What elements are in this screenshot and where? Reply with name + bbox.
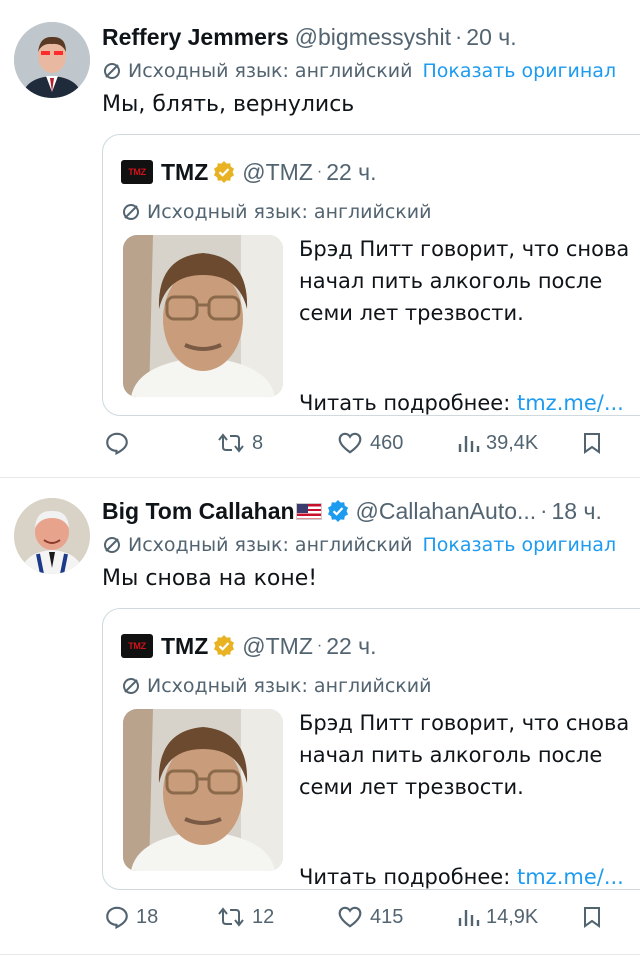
us-flag-icon [295, 502, 322, 520]
brad-pitt-photo [123, 235, 283, 397]
translated-label: Исходный язык: английский [128, 534, 413, 556]
tweet-actions: 8 460 39,4K [100, 426, 640, 460]
read-more-label: Читать подробнее: [299, 865, 517, 889]
quoted-tweet[interactable]: TMZ TMZ @TMZ · 22 ч. Исходный язык: англ… [102, 608, 640, 890]
quote-text-line: Брэд Питт говорит, что снова [299, 711, 630, 735]
views-icon [458, 910, 480, 926]
translate-icon [104, 63, 120, 79]
views-button[interactable]: 14,9K [456, 900, 538, 934]
tweet[interactable]: Big Tom Callahan @CallahanAuto... · 18 ч… [0, 478, 640, 956]
bookmark-button[interactable] [580, 900, 610, 934]
views-count: 14,9K [486, 905, 539, 928]
like-button[interactable]: 415 [336, 900, 403, 934]
quote-translation-note: Исходный язык: английский [121, 673, 431, 699]
quote-timestamp[interactable]: 22 ч. [326, 159, 376, 186]
read-more-label: Читать подробнее: [299, 391, 517, 415]
retweet-button[interactable]: 8 [216, 426, 263, 460]
bookmark-icon [584, 907, 600, 928]
quote-text-line: семи лет трезвости. [299, 301, 524, 325]
views-icon [458, 436, 480, 452]
avatar[interactable] [14, 22, 90, 98]
article-link[interactable]: tmz.me/... [517, 391, 624, 415]
quote-author-handle[interactable]: @TMZ [242, 633, 313, 660]
quote-photo[interactable] [123, 235, 283, 397]
quote-translated-label: Исходный язык: английский [147, 675, 432, 697]
quote-header: TMZ TMZ @TMZ · 22 ч. [121, 631, 377, 661]
quote-header: TMZ TMZ @TMZ · 22 ч. [121, 157, 377, 187]
article-link[interactable]: tmz.me/... [517, 865, 624, 889]
verified-icon [327, 500, 348, 522]
retweet-icon [218, 433, 244, 453]
like-button[interactable]: 460 [336, 426, 403, 460]
tmz-logo: TMZ [121, 634, 153, 658]
bookmark-button[interactable] [580, 426, 610, 460]
tweet-divider [0, 954, 640, 955]
tweet-text: Мы, блять, вернулись [102, 92, 355, 117]
show-original-link[interactable]: Показать оригинал [422, 60, 616, 82]
reply-button[interactable] [104, 426, 136, 460]
tweet-header: Big Tom Callahan @CallahanAuto... · 18 ч… [102, 496, 602, 526]
retweet-icon [218, 907, 244, 927]
read-more: Читать подробнее: tmz.me/... [299, 865, 624, 889]
translated-label: Исходный язык: английский [128, 60, 413, 82]
separator: · [316, 637, 323, 654]
quote-text: Брэд Питт говорит, что снова начал пить … [299, 233, 640, 329]
retweet-count: 8 [252, 431, 264, 454]
author-name[interactable]: Big Tom Callahan [102, 498, 295, 525]
separator: · [454, 24, 463, 49]
quote-translated-label: Исходный язык: английский [147, 201, 432, 223]
quote-photo[interactable] [123, 709, 283, 871]
avatar-image [14, 498, 90, 574]
heart-icon [338, 432, 362, 454]
tweet-actions: 18 12 415 14,9K [100, 900, 640, 934]
tweet[interactable]: Reffery Jemmers @bigmessyshit · 20 ч. Ис… [0, 0, 640, 478]
views-button[interactable]: 39,4K [456, 426, 538, 460]
views-count: 39,4K [486, 431, 539, 454]
show-original-link[interactable]: Показать оригинал [422, 534, 616, 556]
quote-author-name[interactable]: TMZ [161, 159, 208, 186]
verified-gold-icon [214, 635, 235, 657]
tweet-header: Reffery Jemmers @bigmessyshit · 20 ч. [102, 22, 517, 52]
quote-translation-note: Исходный язык: английский [121, 199, 431, 225]
translate-icon [123, 204, 139, 220]
quote-text: Брэд Питт говорит, что снова начал пить … [299, 707, 640, 803]
quote-text-line: начал пить алкоголь после [299, 743, 603, 767]
translation-note: Исходный язык: английский Показать ориги… [102, 58, 616, 84]
like-count: 460 [370, 431, 404, 454]
author-handle[interactable]: @CallahanAuto... [356, 498, 537, 525]
separator: · [316, 163, 323, 180]
heart-icon [338, 906, 362, 928]
verified-gold-icon [214, 161, 235, 183]
like-count: 415 [370, 905, 404, 928]
reply-icon [106, 432, 128, 456]
separator: · [540, 498, 548, 523]
reply-icon [106, 906, 128, 930]
translate-icon [104, 537, 120, 553]
quote-author-handle[interactable]: @TMZ [242, 159, 313, 186]
timestamp[interactable]: 18 ч. [552, 498, 602, 525]
quote-author-name[interactable]: TMZ [161, 633, 208, 660]
avatar-image [14, 22, 90, 98]
brad-pitt-photo [123, 709, 283, 871]
quote-timestamp[interactable]: 22 ч. [326, 633, 376, 660]
quote-text-line: начал пить алкоголь после [299, 269, 603, 293]
reply-button[interactable]: 18 [104, 900, 158, 934]
retweet-count: 12 [252, 905, 275, 928]
quote-text-line: Брэд Питт говорит, что снова [299, 237, 630, 261]
bookmark-icon [584, 433, 600, 454]
reply-count: 18 [136, 905, 159, 928]
translation-note: Исходный язык: английский Показать ориги… [102, 532, 616, 558]
author-name[interactable]: Reffery Jemmers [102, 24, 289, 51]
translate-icon [123, 678, 139, 694]
avatar[interactable] [14, 498, 90, 574]
timestamp[interactable]: 20 ч. [466, 24, 516, 51]
read-more: Читать подробнее: tmz.me/... [299, 391, 624, 415]
tweet-text: Мы снова на коне! [102, 566, 318, 591]
quote-text-line: семи лет трезвости. [299, 775, 524, 799]
quoted-tweet[interactable]: TMZ TMZ @TMZ · 22 ч. Исходный язык: англ… [102, 134, 640, 416]
author-handle[interactable]: @bigmessyshit [295, 24, 451, 51]
tmz-logo: TMZ [121, 160, 153, 184]
retweet-button[interactable]: 12 [216, 900, 274, 934]
